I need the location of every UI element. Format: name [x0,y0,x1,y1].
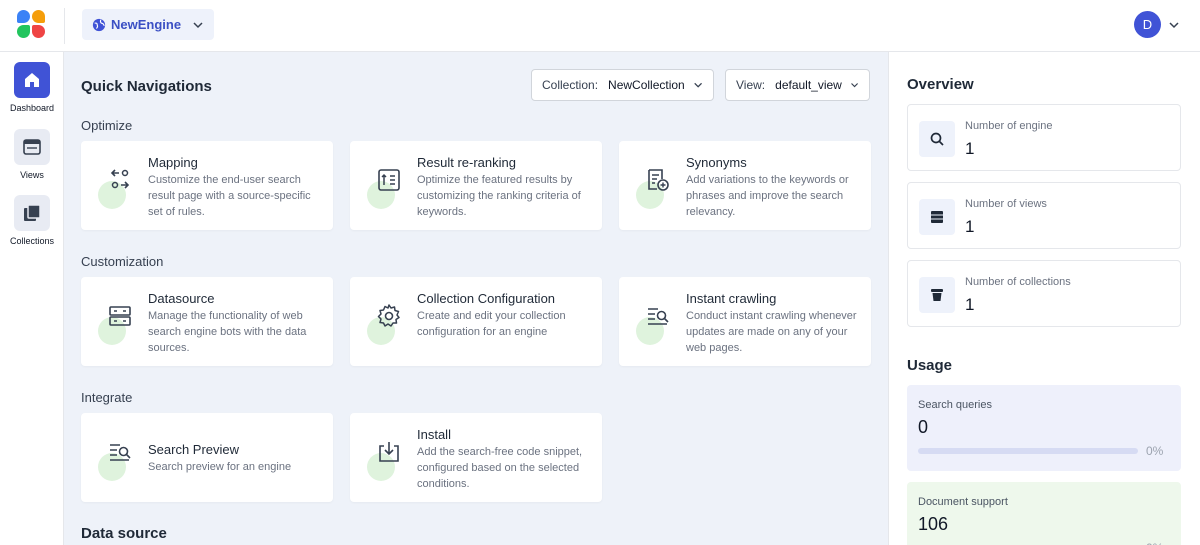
usage-percent: 0% [1146,541,1163,545]
card-description: Optimize the featured results by customi… [417,174,581,218]
card-title: Collection Configuration [417,291,556,306]
sidebar-item-views[interactable]: Views [0,129,64,180]
card-title: Datasource [148,291,215,306]
search-icon [919,121,955,157]
stat-label: Number of views [965,198,1047,210]
globe-icon [92,18,106,31]
sidebar-item-label: Collections [9,236,55,246]
header-divider [64,8,65,44]
usage-value: 0 [918,417,929,437]
card-description: Manage the functionality of web search e… [148,310,307,354]
user-avatar[interactable]: D [1134,11,1161,38]
section-title-optimize: Optimize [81,118,133,133]
usage-value: 106 [918,514,949,534]
card-title: Install [417,427,451,442]
view-dropdown[interactable]: View: default_view [725,69,870,101]
sidebar-item-collections[interactable]: Collections [0,195,64,246]
sidebar-item-label: Dashboard [9,103,55,113]
card-mapping[interactable]: Mapping Customize the end-user search re… [81,141,333,230]
gear-icon [377,304,400,327]
section-title-integrate: Integrate [81,390,133,405]
usage-percent: 0% [1146,444,1164,458]
stat-value: 1 [965,295,975,314]
main-content: Quick Navigations Collection: NewCollect… [64,52,888,545]
collection-dropdown[interactable]: Collection: NewCollection [531,69,714,101]
server-icon [109,306,131,326]
card-description: Add the search-free code snippet, config… [417,446,583,490]
card-description: Conduct instant crawling whenever update… [686,310,857,354]
card-instant-crawling[interactable]: Instant crawling Conduct instant crawlin… [619,277,871,366]
card-title: Mapping [148,155,198,170]
section-title-customization: Customization [81,254,164,269]
synonyms-icon [648,169,669,191]
card-synonyms[interactable]: Synonyms Add variations to the keywords … [619,141,871,230]
view-dropdown-label: View: [736,78,766,92]
reranking-icon [378,169,400,191]
mapping-icon [110,169,130,189]
card-description: Create and edit your collection configur… [417,310,566,338]
stat-label: Number of collections [965,276,1071,288]
stat-label: Number of engine [965,120,1053,132]
card-description: Search preview for an engine [148,461,292,473]
card-title: Search Preview [148,442,240,457]
collection-dropdown-value: NewCollection [608,78,685,92]
usage-label: Document support [918,496,1008,508]
engine-select-value: NewEngine [111,17,182,32]
search-list-icon [110,444,131,461]
card-datasource[interactable]: Datasource Manage the functionality of w… [81,277,333,366]
chevron-down-icon [693,82,702,88]
stat-card-views: Number of views 1 [907,182,1181,249]
card-install[interactable]: Install Add the search-free code snippet… [350,413,602,502]
trash-bin-icon [919,277,955,313]
sidebar: Dashboard Views Collections [0,52,64,545]
stat-card-engines: Number of engine 1 [907,104,1181,171]
usage-title: Usage [907,357,953,374]
view-dropdown-value: default_view [775,78,842,92]
sidebar-item-dashboard[interactable]: Dashboard [0,62,64,113]
chevron-down-icon [850,83,858,88]
card-search-preview[interactable]: Search Preview Search preview for an eng… [81,413,333,502]
usage-label: Search queries [918,399,992,411]
sidebar-item-label: Views [20,170,44,180]
right-panel: Overview Number of engine 1 Number of vi… [888,52,1200,545]
chevron-down-icon [193,21,203,28]
stat-card-collections: Number of collections 1 [907,260,1181,327]
views-icon [919,199,955,235]
overview-title: Overview [907,76,974,93]
collection-dropdown-label: Collection: [542,78,599,92]
usage-card-search-queries: Search queries 0 0% [907,385,1181,471]
page-title: Quick Navigations [81,78,212,95]
section-title-data-source: Data source [81,525,167,542]
collections-icon [14,195,50,231]
card-result-reranking[interactable]: Result re-ranking Optimize the featured … [350,141,602,230]
card-collection-configuration[interactable]: Collection Configuration Create and edit… [350,277,602,366]
user-menu-chevron-icon[interactable] [1168,19,1180,31]
search-list-icon [648,308,669,325]
stat-value: 1 [965,217,975,236]
top-header: NewEngine D [0,0,1200,52]
usage-progress-bar [918,448,1138,454]
card-title: Result re-ranking [417,155,516,170]
card-title: Instant crawling [686,291,777,306]
stat-value: 1 [965,139,975,158]
engine-select[interactable]: NewEngine [82,9,214,40]
card-title: Synonyms [686,155,747,170]
card-description: Customize the end-user search result pag… [148,174,311,218]
download-icon [379,442,399,462]
home-icon [14,62,50,98]
card-description: Add variations to the keywords or phrase… [686,174,849,218]
app-logo[interactable] [17,10,47,40]
views-icon [14,129,50,165]
usage-card-document-support: Document support 106 0% [907,482,1181,545]
